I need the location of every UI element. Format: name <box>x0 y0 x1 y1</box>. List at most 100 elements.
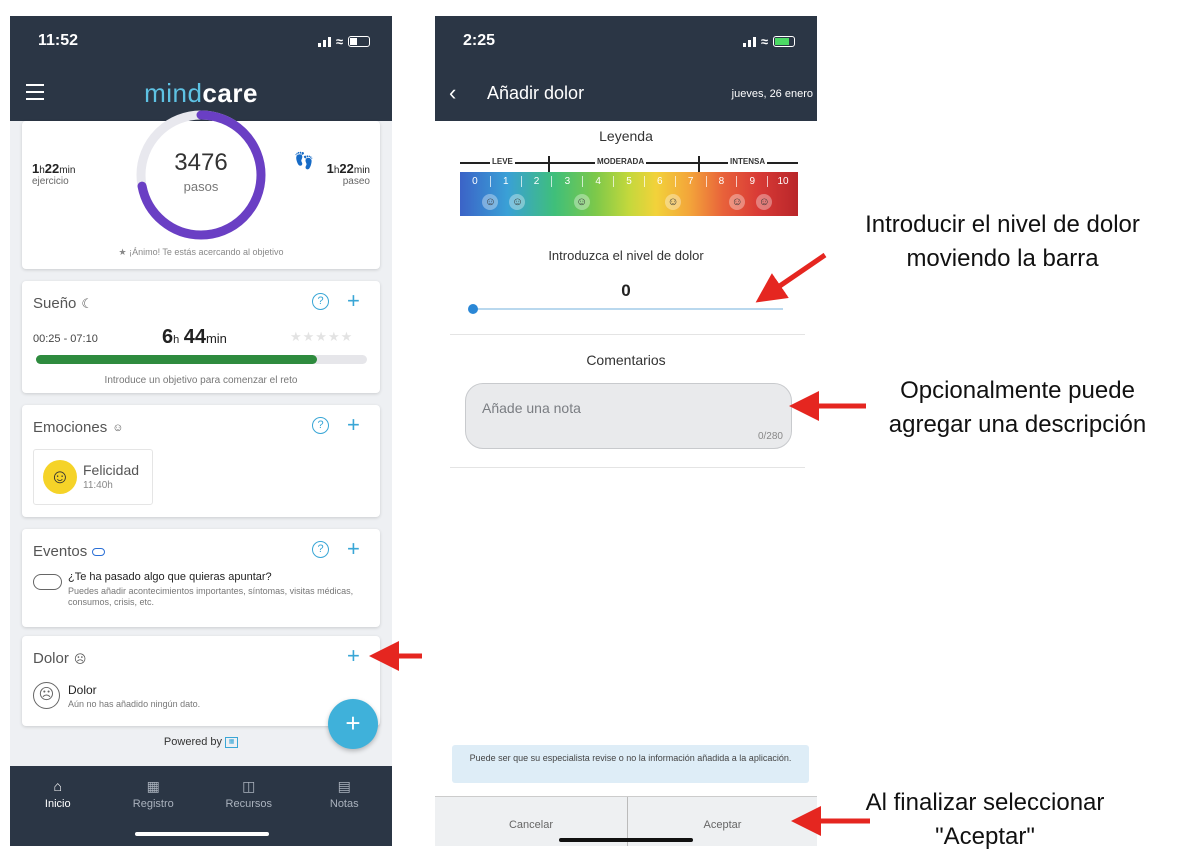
legend-title: Leyenda <box>599 128 653 144</box>
add-sleep-button[interactable]: + <box>347 290 360 312</box>
annotation-accept: Al finalizar seleccionar "Aceptar" <box>865 789 1105 850</box>
add-emotion-button[interactable]: + <box>347 414 360 436</box>
events-card: Eventos ? + ¿Te ha pasado algo que quier… <box>22 529 380 627</box>
smile-outline-icon: ☺ <box>112 421 124 434</box>
sleep-title: Sueño <box>33 295 77 312</box>
pill-icon <box>92 547 106 556</box>
home-indicator <box>135 832 269 836</box>
pain-empty-text: Aún no has añadido ningún dato. <box>68 699 201 709</box>
moon-icon: ☾ <box>81 295 94 311</box>
events-description: Puedes añadir acontecimientos importante… <box>68 586 354 607</box>
motivation-text: ★ ¡Ánimo! Te estás acercando al objetivo <box>118 247 284 257</box>
legend-face-icon: ☺ <box>573 194 590 210</box>
legend-faces: ☺ ☺ ☺ ☺ ☺ ☺ <box>460 194 798 210</box>
battery-charging-icon <box>773 35 795 47</box>
legend-number: 3 <box>551 176 582 187</box>
screen-header: ‹ Añadir dolor jueves, 26 enero <box>435 66 817 121</box>
legend-face-icon: ☺ <box>509 194 526 210</box>
event-pill-icon <box>33 574 62 590</box>
pain-legend-scale: LEVE MODERADA INTENSA 0 1 2 3 4 5 6 7 8 9 10 ☺ ☺ ☺ ☺ ☺… <box>460 154 798 216</box>
status-time: 11:52 <box>38 32 79 49</box>
action-bar: Cancelar Aceptar <box>435 796 817 846</box>
pain-item-title: Dolor <box>68 683 97 697</box>
emotion-entry[interactable]: ☺ Felicidad 11:40h <box>33 449 153 505</box>
legend-number: 0 <box>472 176 478 187</box>
emotions-card: Emociones ☺ ? + ☺ Felicidad 11:40h <box>22 405 380 517</box>
legend-face-icon: ☺ <box>756 194 773 210</box>
home-indicator <box>559 838 693 842</box>
hamburger-menu-icon[interactable] <box>26 84 44 105</box>
home-screen: 11:52 ≈ mindcare 1h22min ejercicio 3476 … <box>10 16 392 846</box>
emotion-time: 11:40h <box>83 480 113 491</box>
pain-face-icon: ☹ <box>73 651 87 666</box>
home-icon: ⌂ <box>53 778 62 794</box>
exercise-stat: 1h22min ejercicio <box>32 161 76 187</box>
legend-number: 4 <box>582 176 613 187</box>
pain-entry-icon: ☹ <box>33 682 60 709</box>
sleep-duration: 6h 44min <box>162 326 227 348</box>
comments-label: Comentarios <box>586 352 666 368</box>
steps-label: pasos <box>183 179 219 194</box>
legend-number: 8 <box>705 176 737 187</box>
document-icon: ▤ <box>337 778 351 794</box>
wifi-icon: ≈ <box>335 33 343 49</box>
signal-icon <box>742 36 756 47</box>
sleep-help-icon[interactable]: ? <box>312 293 329 310</box>
status-bar: 2:25 ≈ <box>435 16 817 66</box>
level-label: Introduzca el nivel de dolor <box>548 248 704 263</box>
screen-title: Añadir dolor <box>487 83 585 103</box>
sleep-progress-track <box>36 355 367 364</box>
screen-date: jueves, 26 enero <box>731 88 813 100</box>
pain-title: Dolor <box>33 650 69 667</box>
walk-stat: 1h22min paseo <box>326 161 370 187</box>
status-time: 2:25 <box>463 32 496 49</box>
events-title: Eventos <box>33 543 88 560</box>
divider <box>450 334 805 335</box>
wifi-icon: ≈ <box>760 33 768 49</box>
signal-icon <box>317 36 331 47</box>
sleep-goal-text: Introduce un objetivo para comenzar el r… <box>104 375 298 386</box>
notice-box: Puede ser que su especialista revise o n… <box>452 745 809 783</box>
battery-icon <box>348 35 370 47</box>
happy-face-icon: ☺ <box>43 460 77 494</box>
note-textarea[interactable]: Añade una nota 0/280 <box>465 383 792 449</box>
nav-notas[interactable]: ▤ Notas <box>309 778 379 846</box>
bottom-nav: ⌂ Inicio ▦ Registro ◫ Recursos ▤ Notas <box>10 766 392 846</box>
emotions-help-icon[interactable]: ? <box>312 417 329 434</box>
app-logo: mindcare <box>144 78 258 108</box>
sleep-progress-fill <box>36 355 318 364</box>
nav-inicio[interactable]: ⌂ Inicio <box>23 778 93 846</box>
legend-number: 7 <box>674 176 706 187</box>
emotion-name: Felicidad <box>83 462 140 478</box>
add-pain-button[interactable]: + <box>347 645 360 667</box>
sleep-card: Sueño ☾ ? + 00:25 - 07:10 6h 44min ★★★★★ … <box>22 281 380 393</box>
legend-number: 9 <box>736 176 767 187</box>
legend-number: 5 <box>613 176 644 187</box>
medal-icon: ★ <box>118 247 127 257</box>
legend-number: 10 <box>767 176 798 187</box>
back-arrow-icon[interactable]: ‹ <box>449 80 456 106</box>
annotation-slider: Introducir el nivel de dolor moviendo la … <box>865 211 1140 272</box>
legend-number: 2 <box>520 176 552 187</box>
events-help-icon[interactable]: ? <box>312 541 329 558</box>
legend-face-icon: ☺ <box>729 194 746 210</box>
divider <box>450 467 805 468</box>
level-value: 0 <box>621 281 631 300</box>
slider-handle[interactable] <box>468 304 478 314</box>
powered-by: Powered by ▦ <box>10 736 392 748</box>
book-icon: ◫ <box>242 778 256 794</box>
emotions-title: Emociones <box>33 419 108 436</box>
add-pain-screen: 2:25 ≈ ‹ Añadir dolor jueves, 26 enero L… <box>435 16 817 846</box>
activity-card: 1h22min ejercicio 3476 pasos 👣 1h22min p… <box>22 110 380 269</box>
status-bar: 11:52 ≈ <box>10 16 392 66</box>
legend-number: 1 <box>489 176 521 187</box>
pain-slider[interactable] <box>468 304 783 314</box>
sleep-range: 00:25 - 07:10 <box>33 333 98 345</box>
sleep-rating-stars[interactable]: ★★★★★ <box>290 329 353 345</box>
add-event-button[interactable]: + <box>347 538 360 560</box>
pain-card: Dolor ☹ + ☹ Dolor Aún no has añadido ning… <box>22 636 380 726</box>
legend-face-icon: ☺ <box>482 194 499 210</box>
legend-numbers: 0 1 2 3 4 5 6 7 8 9 10 <box>460 176 798 187</box>
footsteps-icon: 👣 <box>294 153 314 170</box>
partner-logo-icon: ▦ <box>225 736 239 748</box>
